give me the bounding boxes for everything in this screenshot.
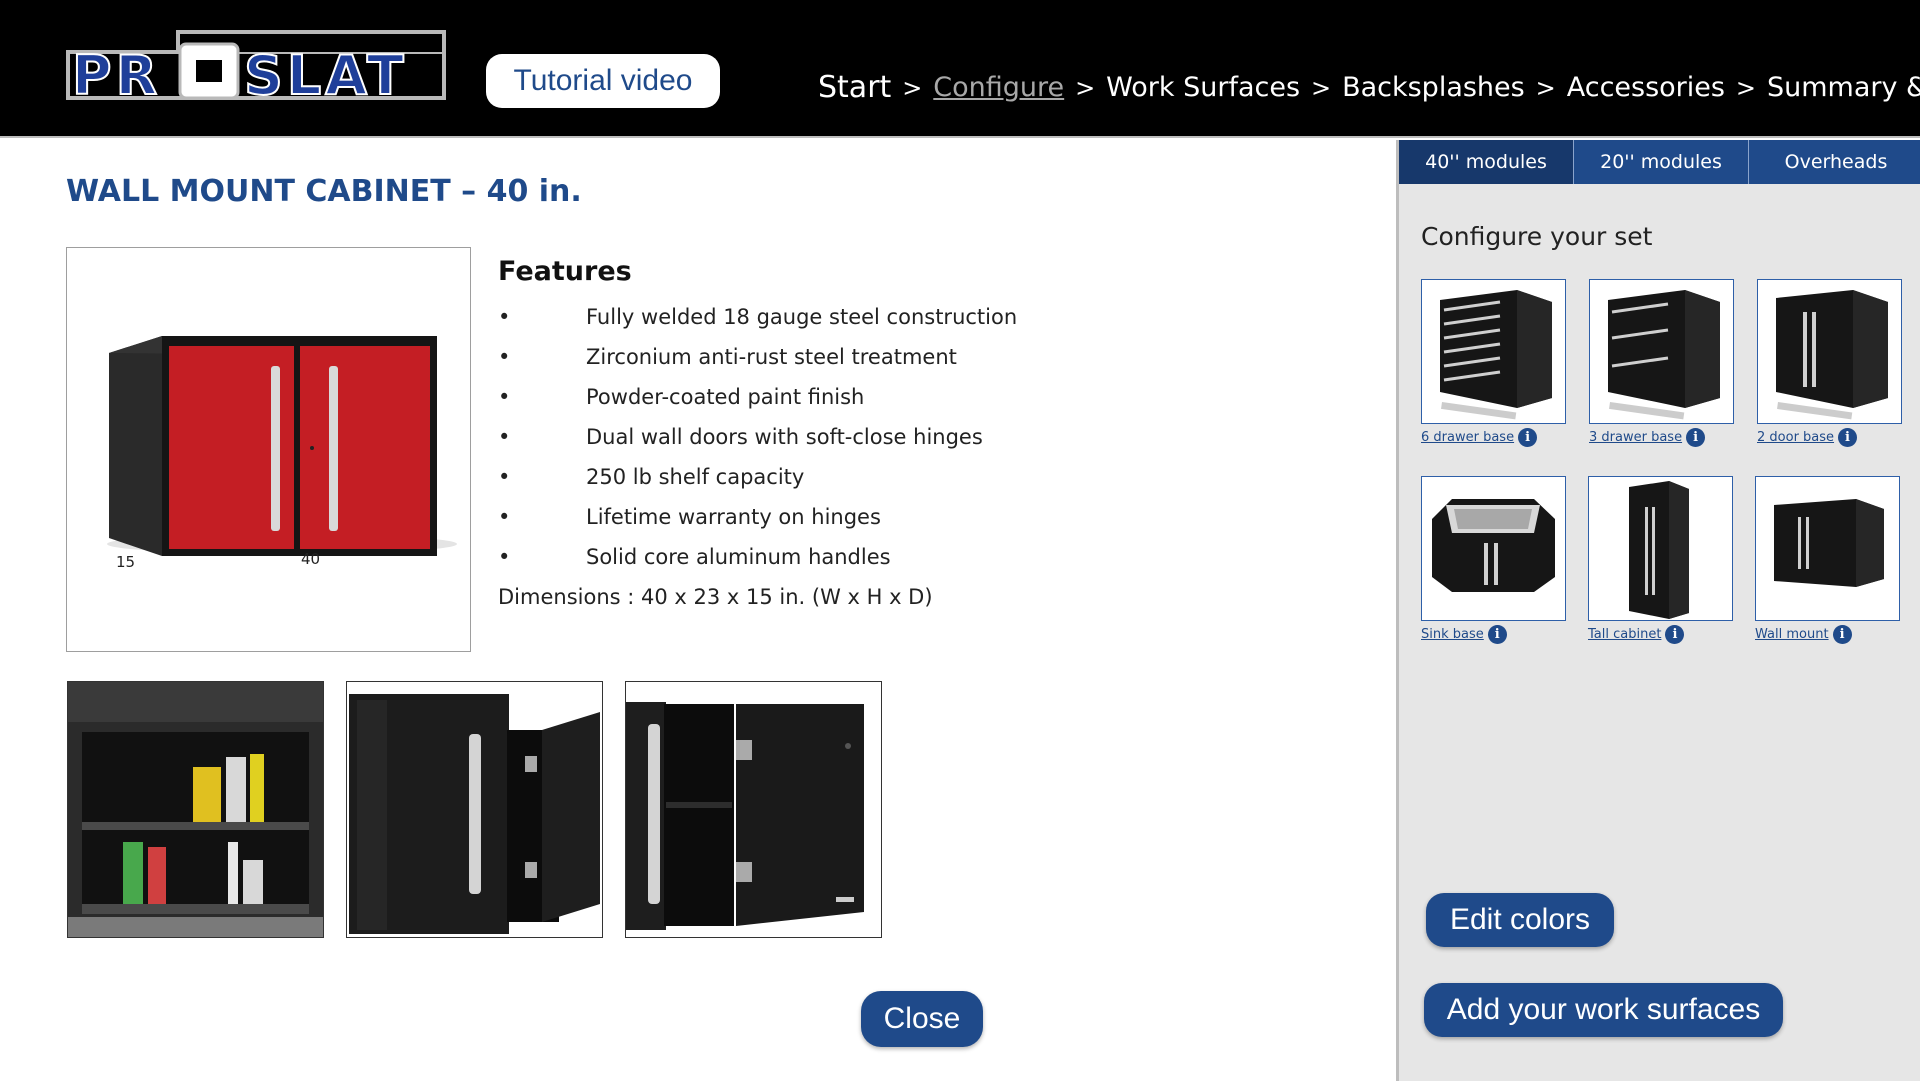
feature-item: • Dual wall doors with soft-close hinges — [498, 417, 1118, 457]
breadcrumb-summary-quote[interactable]: Summary & quote — [1767, 72, 1920, 103]
module-wall-mount[interactable]: Wall mount i — [1755, 476, 1900, 644]
tab-40-modules[interactable]: 40'' modules — [1399, 140, 1574, 184]
chevron-right-icon: > — [1735, 73, 1757, 102]
feature-text: 250 lb shelf capacity — [586, 465, 805, 489]
info-icon[interactable]: i — [1518, 428, 1538, 447]
width-dimension-label: 40 — [301, 550, 321, 568]
features-heading: Features — [498, 256, 632, 287]
six-drawer-cabinet-image — [1440, 290, 1552, 420]
info-icon[interactable]: i — [1838, 428, 1858, 447]
configure-panel: 40'' modules 20'' modules Overheads Conf… — [1396, 140, 1920, 1081]
feature-item: • Powder-coated paint finish — [498, 377, 1118, 417]
module-image[interactable] — [1421, 279, 1566, 424]
module-label[interactable]: 3 drawer base — [1589, 430, 1682, 445]
info-icon[interactable]: i — [1487, 625, 1507, 644]
chevron-right-icon: > — [1075, 73, 1096, 102]
breadcrumb: Start > Configure > Work Surfaces > Back… — [818, 70, 1920, 105]
info-icon[interactable]: i — [1665, 625, 1685, 644]
feature-item: • 250 lb shelf capacity — [498, 457, 1118, 497]
svg-text:PR: PR — [72, 44, 161, 107]
header: PR SLAT Tutorial video Start > Configure… — [0, 0, 1920, 138]
thumbnail-interior[interactable] — [67, 681, 324, 938]
module-image[interactable] — [1755, 476, 1900, 621]
module-caption: 2 door base i — [1757, 428, 1902, 447]
dimensions-text: Dimensions : 40 x 23 x 15 in. (W x H x D… — [498, 585, 933, 609]
module-label[interactable]: Wall mount — [1755, 627, 1829, 642]
bullet-icon: • — [498, 425, 511, 449]
module-label[interactable]: Tall cabinet — [1588, 627, 1661, 642]
thumbnail-door-open-left[interactable] — [625, 681, 882, 938]
info-icon[interactable]: i — [1832, 625, 1852, 644]
bullet-icon: • — [498, 545, 511, 569]
feature-list: • Fully welded 18 gauge steel constructio… — [498, 297, 1118, 577]
feature-item: • Fully welded 18 gauge steel constructio… — [498, 297, 1118, 337]
module-caption: 6 drawer base i — [1421, 428, 1566, 447]
wall-cabinet-illustration — [107, 336, 457, 556]
bullet-icon: • — [498, 305, 511, 329]
module-tabs: 40'' modules 20'' modules Overheads — [1399, 140, 1920, 184]
chevron-right-icon: > — [1535, 73, 1556, 102]
three-drawer-cabinet-image — [1608, 290, 1720, 420]
tall-cabinet-image — [1629, 481, 1689, 619]
two-door-cabinet-image — [1776, 290, 1888, 420]
module-tall-cabinet[interactable]: Tall cabinet i — [1588, 476, 1733, 644]
module-label[interactable]: Sink base — [1421, 627, 1484, 642]
bullet-icon: • — [498, 505, 511, 529]
bullet-icon: • — [498, 345, 511, 369]
edit-colors-button[interactable]: Edit colors — [1426, 893, 1614, 947]
module-6-drawer-base[interactable]: 6 drawer base i — [1421, 279, 1566, 447]
module-image[interactable] — [1589, 279, 1734, 424]
module-caption: Tall cabinet i — [1588, 625, 1733, 644]
cabinet-door-open-photo — [347, 682, 602, 937]
feature-item: • Zirconium anti-rust steel treatment — [498, 337, 1118, 377]
module-caption: 3 drawer base i — [1589, 428, 1734, 447]
module-label[interactable]: 2 door base — [1757, 430, 1834, 445]
bullet-icon: • — [498, 465, 511, 489]
module-3-drawer-base[interactable]: 3 drawer base i — [1589, 279, 1734, 447]
product-main-image: 15 40 — [66, 247, 471, 652]
tab-overheads[interactable]: Overheads — [1749, 140, 1920, 184]
breadcrumb-configure[interactable]: Configure — [933, 72, 1064, 103]
module-sink-base[interactable]: Sink base i — [1421, 476, 1566, 644]
breadcrumb-start[interactable]: Start — [818, 70, 891, 105]
feature-item: • Solid core aluminum handles — [498, 537, 1118, 577]
module-label[interactable]: 6 drawer base — [1421, 430, 1514, 445]
cabinet-door-interior-photo — [626, 682, 881, 937]
feature-text: Powder-coated paint finish — [586, 385, 865, 409]
tutorial-video-button[interactable]: Tutorial video — [486, 54, 720, 108]
feature-text: Lifetime warranty on hinges — [586, 505, 881, 529]
feature-text: Fully welded 18 gauge steel construction — [586, 305, 1018, 329]
module-2-door-base[interactable]: 2 door base i — [1757, 279, 1902, 447]
feature-text: Solid core aluminum handles — [586, 545, 891, 569]
feature-item: • Lifetime warranty on hinges — [498, 497, 1118, 537]
features-section: Features • Fully welded 18 gauge steel co… — [498, 256, 1118, 617]
panel-title: Configure your set — [1421, 222, 1653, 251]
chevron-right-icon: > — [1311, 73, 1332, 102]
module-image[interactable] — [1588, 476, 1733, 621]
add-work-surfaces-button[interactable]: Add your work surfaces — [1424, 983, 1783, 1037]
close-button[interactable]: Close — [861, 991, 983, 1047]
module-image[interactable] — [1421, 476, 1566, 621]
cabinet-interior-photo — [68, 682, 323, 937]
feature-text: Zirconium anti-rust steel treatment — [586, 345, 957, 369]
product-title: WALL MOUNT CABINET – 40 in. — [66, 174, 582, 209]
thumbnail-door-open-right[interactable] — [346, 681, 603, 938]
svg-text:SLAT: SLAT — [244, 44, 408, 107]
module-caption: Wall mount i — [1755, 625, 1900, 644]
bullet-icon: • — [498, 385, 511, 409]
sink-base-image — [1432, 499, 1555, 592]
module-image[interactable] — [1757, 279, 1902, 424]
depth-dimension-label: 15 — [116, 553, 136, 571]
breadcrumb-work-surfaces[interactable]: Work Surfaces — [1106, 72, 1300, 103]
wall-mount-cabinet-image — [1774, 499, 1884, 587]
module-caption: Sink base i — [1421, 625, 1566, 644]
breadcrumb-backsplashes[interactable]: Backsplashes — [1342, 72, 1525, 103]
info-icon[interactable]: i — [1686, 428, 1706, 447]
chevron-right-icon: > — [902, 73, 923, 102]
breadcrumb-accessories[interactable]: Accessories — [1567, 72, 1725, 103]
proslat-logo[interactable]: PR SLAT — [64, 28, 448, 110]
feature-text: Dual wall doors with soft-close hinges — [586, 425, 983, 449]
tab-20-modules[interactable]: 20'' modules — [1574, 140, 1749, 184]
